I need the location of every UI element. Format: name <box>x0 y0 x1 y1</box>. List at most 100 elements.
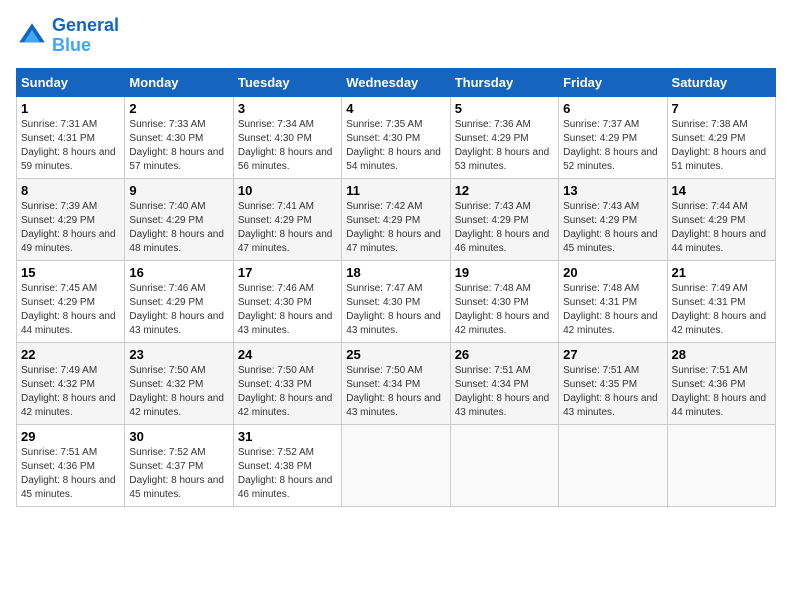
day-cell: 27 Sunrise: 7:51 AMSunset: 4:35 PMDayligh… <box>559 342 667 424</box>
week-row-1: 1 Sunrise: 7:31 AMSunset: 4:31 PMDaylight… <box>17 96 776 178</box>
day-cell: 4 Sunrise: 7:35 AMSunset: 4:30 PMDaylight… <box>342 96 450 178</box>
logo-text: General Blue <box>52 16 119 56</box>
day-detail: Sunrise: 7:49 AMSunset: 4:31 PMDaylight:… <box>672 282 771 338</box>
day-number: 2 <box>129 101 228 116</box>
week-row-5: 29Sunrise: 7:51 AMSunset: 4:36 PMDayligh… <box>17 424 776 506</box>
col-header-monday: Monday <box>125 68 233 96</box>
week-row-3: 15 Sunrise: 7:45 AMSunset: 4:29 PMDayligh… <box>17 260 776 342</box>
col-header-tuesday: Tuesday <box>233 68 341 96</box>
day-detail: Sunrise: 7:46 AMSunset: 4:29 PMDaylight:… <box>129 282 228 338</box>
day-number: 10 <box>238 183 337 198</box>
day-number: 28 <box>672 347 771 362</box>
day-cell: 18 Sunrise: 7:47 AMSunset: 4:30 PMDayligh… <box>342 260 450 342</box>
day-number: 23 <box>129 347 228 362</box>
logo: General Blue <box>16 16 119 56</box>
day-cell: 15 Sunrise: 7:45 AMSunset: 4:29 PMDayligh… <box>17 260 125 342</box>
day-number: 20 <box>563 265 662 280</box>
day-number: 9 <box>129 183 228 198</box>
day-cell: 3Sunrise: 7:34 AMSunset: 4:30 PMDaylight… <box>233 96 341 178</box>
day-detail: Sunrise: 7:43 AMSunset: 4:29 PMDaylight:… <box>455 200 554 256</box>
day-detail: Sunrise: 7:51 AMSunset: 4:36 PMDaylight:… <box>672 364 771 420</box>
day-cell <box>559 424 667 506</box>
day-detail: Sunrise: 7:38 AMSunset: 4:29 PMDaylight:… <box>672 118 771 174</box>
day-number: 25 <box>346 347 445 362</box>
day-cell: 16 Sunrise: 7:46 AMSunset: 4:29 PMDayligh… <box>125 260 233 342</box>
day-cell: 28 Sunrise: 7:51 AMSunset: 4:36 PMDayligh… <box>667 342 775 424</box>
day-detail: Sunrise: 7:45 AMSunset: 4:29 PMDaylight:… <box>21 282 120 338</box>
col-header-wednesday: Wednesday <box>342 68 450 96</box>
day-cell <box>342 424 450 506</box>
day-cell: 12 Sunrise: 7:43 AMSunset: 4:29 PMDayligh… <box>450 178 558 260</box>
calendar-table: SundayMondayTuesdayWednesdayThursdayFrid… <box>16 68 776 507</box>
day-number: 31 <box>238 429 337 444</box>
day-number: 7 <box>672 101 771 116</box>
day-detail: Sunrise: 7:52 AMSunset: 4:37 PMDaylight:… <box>129 446 228 502</box>
day-detail: Sunrise: 7:46 AMSunset: 4:30 PMDaylight:… <box>238 282 337 338</box>
day-cell: 22Sunrise: 7:49 AMSunset: 4:32 PMDayligh… <box>17 342 125 424</box>
logo-icon <box>16 20 48 52</box>
day-cell: 10 Sunrise: 7:41 AMSunset: 4:29 PMDayligh… <box>233 178 341 260</box>
day-detail: Sunrise: 7:51 AMSunset: 4:35 PMDaylight:… <box>563 364 662 420</box>
day-number: 1 <box>21 101 120 116</box>
day-cell: 24 Sunrise: 7:50 AMSunset: 4:33 PMDayligh… <box>233 342 341 424</box>
day-detail: Sunrise: 7:35 AMSunset: 4:30 PMDaylight:… <box>346 118 445 174</box>
day-cell: 7 Sunrise: 7:38 AMSunset: 4:29 PMDaylight… <box>667 96 775 178</box>
day-cell: 26 Sunrise: 7:51 AMSunset: 4:34 PMDayligh… <box>450 342 558 424</box>
day-detail: Sunrise: 7:41 AMSunset: 4:29 PMDaylight:… <box>238 200 337 256</box>
day-number: 18 <box>346 265 445 280</box>
day-number: 12 <box>455 183 554 198</box>
day-number: 4 <box>346 101 445 116</box>
day-number: 30 <box>129 429 228 444</box>
day-cell: 11Sunrise: 7:42 AMSunset: 4:29 PMDayligh… <box>342 178 450 260</box>
day-detail: Sunrise: 7:36 AMSunset: 4:29 PMDaylight:… <box>455 118 554 174</box>
day-cell <box>450 424 558 506</box>
day-number: 24 <box>238 347 337 362</box>
day-detail: Sunrise: 7:49 AMSunset: 4:32 PMDaylight:… <box>21 364 120 420</box>
day-detail: Sunrise: 7:47 AMSunset: 4:30 PMDaylight:… <box>346 282 445 338</box>
day-cell: 17 Sunrise: 7:46 AMSunset: 4:30 PMDayligh… <box>233 260 341 342</box>
page-header: General Blue <box>16 16 776 56</box>
day-detail: Sunrise: 7:37 AMSunset: 4:29 PMDaylight:… <box>563 118 662 174</box>
day-cell: 20 Sunrise: 7:48 AMSunset: 4:31 PMDayligh… <box>559 260 667 342</box>
day-number: 27 <box>563 347 662 362</box>
day-detail: Sunrise: 7:43 AMSunset: 4:29 PMDaylight:… <box>563 200 662 256</box>
day-number: 8 <box>21 183 120 198</box>
day-number: 15 <box>21 265 120 280</box>
day-cell: 13Sunrise: 7:43 AMSunset: 4:29 PMDayligh… <box>559 178 667 260</box>
day-number: 3 <box>238 101 337 116</box>
day-cell <box>667 424 775 506</box>
day-cell: 19 Sunrise: 7:48 AMSunset: 4:30 PMDayligh… <box>450 260 558 342</box>
day-detail: Sunrise: 7:40 AMSunset: 4:29 PMDaylight:… <box>129 200 228 256</box>
day-detail: Sunrise: 7:51 AMSunset: 4:36 PMDaylight:… <box>21 446 120 502</box>
day-number: 5 <box>455 101 554 116</box>
day-detail: Sunrise: 7:33 AMSunset: 4:30 PMDaylight:… <box>129 118 228 174</box>
day-detail: Sunrise: 7:48 AMSunset: 4:31 PMDaylight:… <box>563 282 662 338</box>
day-number: 6 <box>563 101 662 116</box>
day-number: 26 <box>455 347 554 362</box>
day-detail: Sunrise: 7:52 AMSunset: 4:38 PMDaylight:… <box>238 446 337 502</box>
col-header-sunday: Sunday <box>17 68 125 96</box>
week-row-2: 8 Sunrise: 7:39 AMSunset: 4:29 PMDaylight… <box>17 178 776 260</box>
day-detail: Sunrise: 7:31 AMSunset: 4:31 PMDaylight:… <box>21 118 120 174</box>
day-cell: 6 Sunrise: 7:37 AMSunset: 4:29 PMDaylight… <box>559 96 667 178</box>
day-number: 17 <box>238 265 337 280</box>
day-cell: 31 Sunrise: 7:52 AMSunset: 4:38 PMDayligh… <box>233 424 341 506</box>
day-detail: Sunrise: 7:50 AMSunset: 4:33 PMDaylight:… <box>238 364 337 420</box>
col-header-thursday: Thursday <box>450 68 558 96</box>
day-detail: Sunrise: 7:51 AMSunset: 4:34 PMDaylight:… <box>455 364 554 420</box>
day-cell: 14Sunrise: 7:44 AMSunset: 4:29 PMDayligh… <box>667 178 775 260</box>
day-cell: 29Sunrise: 7:51 AMSunset: 4:36 PMDayligh… <box>17 424 125 506</box>
day-detail: Sunrise: 7:42 AMSunset: 4:29 PMDaylight:… <box>346 200 445 256</box>
day-cell: 23Sunrise: 7:50 AMSunset: 4:32 PMDayligh… <box>125 342 233 424</box>
day-cell: 21Sunrise: 7:49 AMSunset: 4:31 PMDayligh… <box>667 260 775 342</box>
day-cell: 5 Sunrise: 7:36 AMSunset: 4:29 PMDaylight… <box>450 96 558 178</box>
day-detail: Sunrise: 7:39 AMSunset: 4:29 PMDaylight:… <box>21 200 120 256</box>
day-cell: 1 Sunrise: 7:31 AMSunset: 4:31 PMDaylight… <box>17 96 125 178</box>
day-cell: 8 Sunrise: 7:39 AMSunset: 4:29 PMDaylight… <box>17 178 125 260</box>
day-number: 16 <box>129 265 228 280</box>
day-number: 19 <box>455 265 554 280</box>
day-cell: 25 Sunrise: 7:50 AMSunset: 4:34 PMDayligh… <box>342 342 450 424</box>
day-detail: Sunrise: 7:50 AMSunset: 4:34 PMDaylight:… <box>346 364 445 420</box>
day-number: 14 <box>672 183 771 198</box>
day-detail: Sunrise: 7:48 AMSunset: 4:30 PMDaylight:… <box>455 282 554 338</box>
